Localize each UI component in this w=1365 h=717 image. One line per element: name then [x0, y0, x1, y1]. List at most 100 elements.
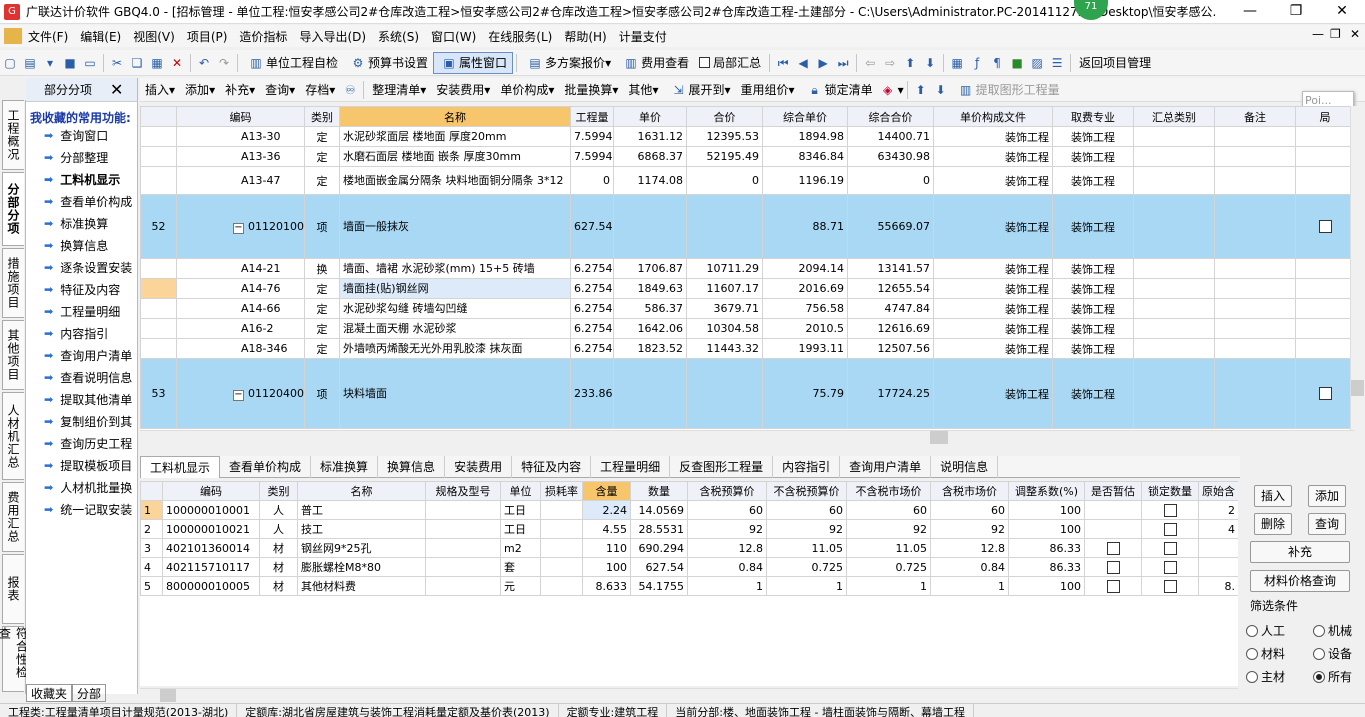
cell-p1[interactable]: 12.8	[687, 538, 767, 558]
cell-content[interactable]: 2.24	[582, 500, 631, 520]
cell-orig[interactable]: 2	[1198, 500, 1238, 520]
cell-unit[interactable]: 套	[500, 557, 541, 577]
cell-p3[interactable]: 11.05	[846, 538, 931, 558]
menu-edit[interactable]: 编辑(E)	[74, 28, 127, 45]
cell-type[interactable]: 项	[304, 358, 340, 429]
insert-dropdown[interactable]: 插入 ▾	[140, 79, 180, 101]
side-item[interactable]: ➡ 查询窗口	[26, 124, 137, 146]
table-row[interactable]: 3 402101360014 材 钢丝网9*25孔 m2 110 690.294 12.8 11…	[140, 538, 1238, 558]
local-sum-checkbox[interactable]: 局部汇总	[694, 52, 766, 74]
checkbox[interactable]	[1106, 541, 1120, 555]
cell-empty[interactable]	[1133, 258, 1215, 279]
cell-code[interactable]: 402115710117	[162, 557, 260, 577]
cell-major[interactable]: 装饰工程	[1052, 338, 1134, 359]
cell-p1[interactable]: 92	[687, 519, 767, 539]
cell-empty[interactable]	[1214, 278, 1296, 299]
cell-num[interactable]	[140, 278, 177, 299]
cell-p4[interactable]: 60	[930, 500, 1009, 520]
menu-project[interactable]: 项目(P)	[181, 28, 234, 45]
column-header[interactable]: 规格及型号	[425, 481, 501, 501]
cell-num[interactable]	[140, 338, 177, 359]
cell-type[interactable]: 定	[304, 278, 340, 299]
cell-num[interactable]	[140, 258, 177, 279]
delete-button[interactable]: 删除	[1254, 513, 1292, 535]
insert-button[interactable]: 插入	[1254, 485, 1292, 507]
side-item[interactable]: ➡ 查询历史工程	[26, 432, 137, 454]
column-header[interactable]: 不含税预算价	[766, 481, 847, 501]
column-header[interactable]: 含税市场价	[930, 481, 1009, 501]
cell-p1[interactable]: 1	[687, 576, 767, 596]
cell-file[interactable]: 装饰工程	[933, 338, 1053, 359]
multi-quote-button[interactable]: ▤ 多方案报价 ▾	[520, 52, 616, 74]
cell-num[interactable]	[140, 298, 177, 319]
cell-price[interactable]: 6868.37	[613, 146, 687, 167]
paragraph-icon[interactable]: ¶	[989, 55, 1005, 71]
detail-tab[interactable]: 换算信息	[378, 456, 446, 478]
formula-icon[interactable]: ƒ	[969, 55, 985, 71]
query-dropdown[interactable]: 查询 ▾	[260, 79, 300, 101]
table-row[interactable]: A13-47 定 楼地面嵌金属分隔条 块料地面铜分隔条 3*12 0 1174.08 0 1…	[140, 166, 1354, 195]
lock-list-button[interactable]: 🔒︎ 锁定清单	[800, 79, 878, 101]
cell-n[interactable]: 4	[140, 557, 163, 577]
left-icon[interactable]: ⇦	[862, 55, 878, 71]
cell-spec[interactable]	[425, 538, 501, 558]
cell-major[interactable]: 装饰工程	[1052, 258, 1134, 279]
cell-n[interactable]: 5	[140, 576, 163, 596]
cell-num[interactable]	[140, 126, 177, 147]
table-row[interactable]: A14-76 定 墙面挂(贴)钢丝网 6.2754 1849.63 11607.17 201…	[140, 278, 1354, 299]
menu-help[interactable]: 帮助(H)	[558, 28, 612, 45]
cell-major[interactable]: 装饰工程	[1052, 318, 1134, 339]
cell-spec[interactable]	[425, 557, 501, 577]
column-header[interactable]: 锁定数量	[1141, 481, 1199, 501]
cell-type[interactable]: 定	[304, 146, 340, 167]
cell-uprice[interactable]: 1196.19	[762, 166, 848, 195]
cell-unit[interactable]: 元	[500, 576, 541, 596]
material-price-query-button[interactable]: 材料价格查询	[1250, 570, 1350, 592]
column-header[interactable]: 综合合价	[847, 106, 934, 127]
cell-uprice[interactable]: 1894.98	[762, 126, 848, 147]
down-icon[interactable]: ⬇	[922, 55, 938, 71]
checkbox[interactable]	[1318, 387, 1332, 401]
cell-name[interactable]: 水泥砂浆勾缝 砖墙勾凹缝	[339, 298, 571, 319]
collapse-icon[interactable]: −	[233, 222, 244, 234]
cell-p1[interactable]: 60	[687, 500, 767, 520]
cell-qty[interactable]: 6.2754	[570, 338, 614, 359]
cell-type[interactable]: 人	[259, 500, 298, 520]
cell-p2[interactable]: 60	[766, 500, 847, 520]
panel-close-icon[interactable]: ✕	[110, 80, 123, 99]
cell-num[interactable]	[140, 166, 177, 195]
cell-loss[interactable]	[540, 519, 583, 539]
cell-p2[interactable]: 1	[766, 576, 847, 596]
cell-price[interactable]: 1174.08	[613, 166, 687, 195]
cell-adj[interactable]: 86.33	[1008, 538, 1085, 558]
tab-fee-summary[interactable]: 费用汇总	[2, 482, 24, 552]
cell-empty[interactable]	[1214, 358, 1296, 429]
organize-list-dropdown[interactable]: 整理清单 ▾	[367, 79, 431, 101]
expand-to-dropdown[interactable]: ⇲ 展开到 ▾	[663, 79, 735, 101]
table-row[interactable]: A13-30 定 水泥砂浆面层 楼地面 厚度20mm 7.5994 1631.12 123…	[140, 126, 1354, 147]
side-item[interactable]: ➡ 复制组价到其	[26, 410, 137, 432]
cell-code[interactable]: 100000010021	[162, 519, 260, 539]
cell-num[interactable]: 53	[140, 358, 177, 429]
cell-qty[interactable]: 54.1755	[630, 576, 688, 596]
cell-name[interactable]: 外墙喷丙烯酸无光外用乳胶漆 抹灰面	[339, 338, 571, 359]
cell-qty[interactable]: 6.2754	[570, 298, 614, 319]
column-header[interactable]: 合价	[686, 106, 763, 127]
column-header[interactable]: 是否暂估	[1084, 481, 1142, 501]
cell-unit[interactable]: 工日	[500, 500, 541, 520]
cell-qty[interactable]: 28.5531	[630, 519, 688, 539]
cell-utotal[interactable]: 12507.56	[847, 338, 934, 359]
cell-file[interactable]: 装饰工程	[933, 126, 1053, 147]
cell-type[interactable]: 定	[304, 298, 340, 319]
cell-utotal[interactable]: 63430.98	[847, 146, 934, 167]
cell-remark[interactable]	[1295, 278, 1354, 299]
copy-icon[interactable]: ❏	[129, 55, 145, 71]
table-row[interactable]: 2 100000010021 人 技工 工日 4.55 28.5531 92 92 92 92 100…	[140, 519, 1238, 539]
cell-empty[interactable]	[1133, 166, 1215, 195]
cell-remark[interactable]	[1295, 298, 1354, 319]
cell-code[interactable]: A18-346	[176, 338, 305, 359]
cell-code[interactable]: A14-21	[176, 258, 305, 279]
cell-price[interactable]: 1631.12	[613, 126, 687, 147]
list-icon[interactable]: ☰	[1049, 55, 1065, 71]
table-row[interactable]: 1 100000010001 人 普工 工日 2.24 14.0569 60 60 60 60 100…	[140, 500, 1238, 520]
